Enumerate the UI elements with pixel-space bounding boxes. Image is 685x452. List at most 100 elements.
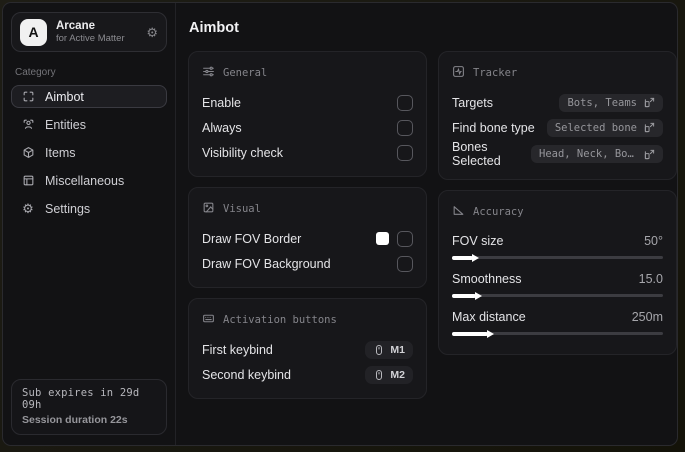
fov-border-color-swatch[interactable] [376,232,389,245]
dropdown-value: Bots, Teams [567,96,637,109]
sidebar-item-settings[interactable]: ⚙ Settings [11,197,167,220]
fov-size-slider[interactable] [452,253,663,262]
section-title: General [223,67,268,79]
section-title: Visual [223,203,261,215]
section-title: Tracker [473,67,518,79]
slider-thumb[interactable] [474,291,482,300]
setting-label: Find bone type [452,120,535,135]
keybind-value: M2 [390,368,405,381]
setting-row-bones-selected: Bones Selected Head, Neck, Body, Pe.. [452,140,663,168]
section-title: Accuracy [473,206,524,218]
setting-label: Draw FOV Background [202,256,331,271]
mouse-icon [376,344,383,355]
brand-card: A Arcane for Active Matter ⚙ [11,12,167,52]
brand-title: Arcane [56,20,95,32]
sidebar-item-label: Items [45,145,76,160]
visual-header: Visual [202,201,413,217]
visual-card: Visual Draw FOV Border Draw FOV Backgrou… [188,187,427,288]
sidebar-item-miscellaneous[interactable]: Miscellaneous [11,169,167,192]
sidebar: A Arcane for Active Matter ⚙ Category Ai… [3,3,176,445]
angle-icon [452,204,465,220]
setting-label: Visibility check [202,145,284,160]
setting-label: Always [202,120,242,135]
setting-row-first-keybind: First keybind M1 [202,337,413,362]
sidebar-item-label: Aimbot [45,89,84,104]
sidebar-item-entities[interactable]: Entities [11,113,167,136]
setting-label: Bones Selected [452,140,501,168]
setting-label: Enable [202,95,241,110]
general-card: General Enable Always Visibility check [188,51,427,177]
smoothness-slider[interactable] [452,291,663,300]
setting-label: Max distance [452,309,526,324]
second-keybind-button[interactable]: M2 [365,365,413,384]
tune-icon [202,65,215,81]
slider-fill [452,293,476,298]
keyboard-icon [202,312,215,328]
slider-value: 50° [644,233,663,248]
setting-row-draw-fov-background: Draw FOV Background [202,251,413,276]
sidebar-item-label: Settings [45,201,91,216]
accuracy-card: Accuracy FOV size 50° Smoothness 15.0 Ma… [438,190,677,355]
accuracy-header: Accuracy [452,204,663,220]
setting-label: Smoothness [452,271,522,286]
general-header: General [202,65,413,81]
setting-row-targets: Targets Bots, Teams [452,90,663,115]
activation-header: Activation buttons [202,312,413,328]
slider-track [452,294,663,297]
sidebar-item-items[interactable]: Items [11,141,167,164]
setting-label: Targets [452,95,493,110]
session-duration-text: Session duration 22s [22,414,128,426]
list-window-icon [21,174,35,188]
tracker-card: Tracker Targets Bots, Teams Find bone ty… [438,51,677,180]
setting-row-find-bone-type: Find bone type Selected bone [452,115,663,140]
enable-checkbox[interactable] [397,94,413,111]
setting-row-enable: Enable [202,90,413,115]
tracker-icon [452,65,465,81]
brand-text: Arcane for Active Matter [56,20,125,44]
crosshair-icon [21,90,35,104]
sidebar-item-label: Miscellaneous [45,173,125,188]
slider-thumb[interactable] [472,253,480,262]
setting-label: First keybind [202,342,273,357]
slider-value: 250m [631,309,663,324]
find-bone-type-dropdown[interactable]: Selected bone [546,118,663,137]
slider-track [452,256,663,259]
setting-label: Draw FOV Border [202,231,302,246]
subscription-info: Sub expires in 29d 09h Session duration … [11,379,167,435]
activation-buttons-card: Activation buttons First keybind M1 Seco… [188,298,427,399]
expand-icon [644,122,655,133]
always-checkbox[interactable] [397,119,413,136]
targets-dropdown[interactable]: Bots, Teams [559,93,663,112]
draw-fov-border-checkbox[interactable] [397,230,413,247]
category-label: Category [15,67,56,78]
slider-thumb[interactable] [487,329,495,338]
draw-fov-background-checkbox[interactable] [397,255,413,272]
sidebar-item-label: Entities [45,117,86,132]
frame-icon [202,201,215,217]
person-scan-icon [21,118,35,132]
slider-fill [452,331,489,336]
dropdown-value: Head, Neck, Body, Pe.. [539,148,637,160]
setting-row-visibility-check: Visibility check [202,140,413,165]
tracker-header: Tracker [452,65,663,81]
first-keybind-button[interactable]: M1 [365,340,413,359]
mouse-icon [376,369,383,380]
setting-label: FOV size [452,233,504,248]
sidebar-item-aimbot[interactable]: Aimbot [11,85,167,108]
setting-row-always: Always [202,115,413,140]
cheat-menu-window: A Arcane for Active Matter ⚙ Category Ai… [2,2,678,446]
bones-selected-dropdown[interactable]: Head, Neck, Body, Pe.. [531,145,663,163]
max-distance-slider[interactable] [452,329,663,338]
setting-row-smoothness: Smoothness 15.0 [452,267,663,300]
cube-icon [21,146,35,160]
expand-icon [644,149,655,159]
brand-logo: A [20,18,47,46]
gear-icon[interactable]: ⚙ [146,26,158,39]
keybind-value: M1 [390,343,405,356]
main-content: Aimbot General Enable Always Visibility … [176,3,677,445]
visibility-check-checkbox[interactable] [397,144,413,161]
page-title: Aimbot [189,20,239,36]
sub-expiry-text: Sub expires in 29d 09h [22,387,140,411]
section-title: Activation buttons [223,314,337,326]
dropdown-value: Selected bone [554,121,637,134]
